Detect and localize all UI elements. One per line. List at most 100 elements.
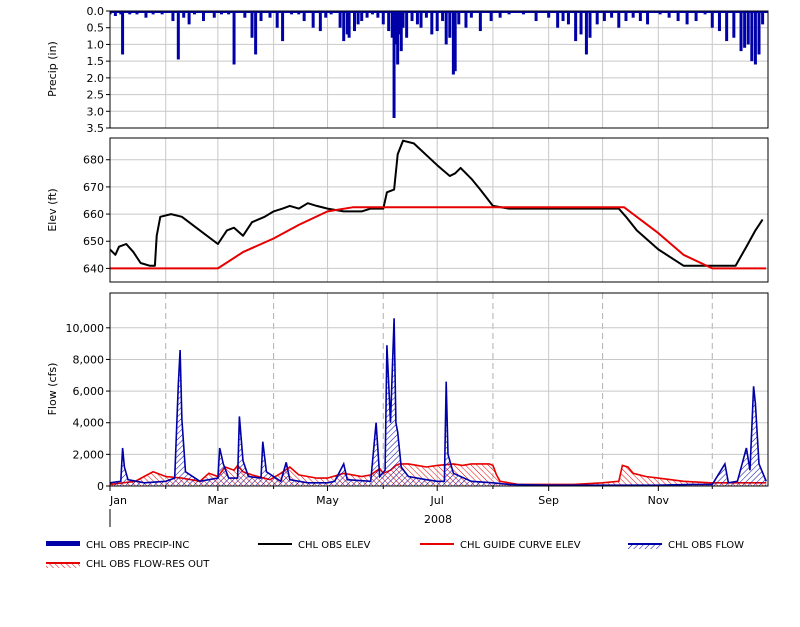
precip-bar	[192, 11, 196, 15]
x-axis: Jan Mar May Jul Sep Nov 2008	[109, 486, 713, 527]
precip-bar	[318, 11, 322, 32]
precip-bar	[144, 11, 148, 18]
y-axis-label: Flow (cfs)	[46, 363, 59, 416]
precip-bar	[128, 11, 132, 15]
precip-bar	[182, 11, 186, 18]
legend-label: CHL OBS ELEV	[298, 540, 371, 551]
x-tick-label: Jan	[109, 494, 127, 507]
precip-bar	[498, 11, 502, 18]
precip-bar	[329, 11, 333, 15]
precip-bar	[521, 11, 525, 15]
precip-bar	[746, 11, 750, 45]
x-tick-label: Sep	[538, 494, 559, 507]
y-axis-label: Precip (in)	[46, 41, 59, 97]
precip-bar	[268, 11, 272, 18]
precip-bar	[646, 11, 650, 25]
x-tick-label: Jul	[430, 494, 444, 507]
precip-bar	[489, 11, 493, 22]
precip-bar	[401, 11, 405, 28]
y-tick-label: 3.0	[87, 105, 105, 118]
precip-bar	[250, 11, 254, 38]
legend-label: CHL OBS PRECIP-INC	[86, 540, 189, 551]
y-tick-label: 670	[83, 181, 104, 194]
y-tick-label: 2.5	[87, 89, 105, 102]
precip-bar	[387, 11, 391, 32]
y-tick-label: 10,000	[66, 322, 105, 335]
precip-bar	[201, 11, 205, 22]
flow-panel: 0 2,000 4,000 6,000 8,000 10,000 Flow (cfs)	[46, 292, 769, 493]
precip-bar	[410, 11, 414, 22]
precip-bar	[610, 11, 614, 18]
precip-bar	[457, 11, 461, 25]
legend-item: CHL GUIDE CURVE ELEV	[420, 540, 581, 551]
precip-bar	[638, 11, 642, 22]
precip-bar	[507, 11, 511, 15]
legend-label: CHL GUIDE CURVE ELEV	[460, 540, 581, 551]
precip-bar	[534, 11, 538, 22]
precip-bar	[311, 11, 315, 28]
precip-bar	[441, 11, 445, 22]
hydrograph-figure: 0.0 0.5 1.0 1.5 2.0 2.5 3.0 3.5 Precip (in) 640 65…	[46, 5, 769, 570]
legend-item: CHL OBS PRECIP-INC	[46, 540, 189, 551]
x-tick-label: May	[316, 494, 339, 507]
precip-bar	[219, 11, 223, 15]
legend-label: CHL OBS FLOW	[668, 540, 744, 551]
precip-bar	[212, 11, 216, 18]
precip-bar	[464, 11, 468, 28]
precip-bar	[761, 11, 765, 25]
precip-bar	[275, 11, 279, 28]
precip-bar	[376, 11, 380, 18]
y-tick-label: 0.0	[87, 5, 105, 18]
precip-bar	[297, 11, 301, 15]
x-tick-label: Nov	[648, 494, 670, 507]
precip-bar	[187, 11, 191, 25]
precip-bar	[290, 11, 294, 15]
precip-bar	[254, 11, 258, 55]
precip-bar	[667, 11, 671, 18]
precip-bar	[356, 11, 360, 25]
precip-bar	[617, 11, 621, 28]
precip-bar	[566, 11, 570, 25]
precip-bar	[160, 11, 164, 15]
precip-bar	[227, 11, 231, 15]
legend-item: CHL OBS FLOW-RES OUT	[46, 559, 210, 570]
precip-bar	[365, 11, 369, 18]
precip-bar	[419, 11, 423, 28]
precip-bar	[750, 11, 754, 62]
precip-bar	[151, 11, 155, 15]
y-axis-label: Elev (ft)	[46, 188, 59, 231]
x-axis-label: 2008	[424, 513, 452, 526]
x-tick-label: Mar	[207, 494, 228, 507]
y-tick-label: 640	[83, 262, 104, 275]
precip-bar	[469, 11, 473, 18]
precip-bar	[448, 11, 452, 38]
precip-bar	[732, 11, 736, 38]
precip-panel: 0.0 0.5 1.0 1.5 2.0 2.5 3.0 3.5 Precip (in)	[46, 5, 769, 135]
precip-bar	[676, 11, 680, 22]
precip-bar	[415, 11, 419, 25]
plot-area	[110, 293, 768, 486]
legend: CHL OBS PRECIP-INC CHL OBS ELEV CHL GUIDE …	[46, 540, 744, 570]
precip-bar	[370, 11, 374, 15]
precip-bar	[478, 11, 482, 32]
y-tick-label: 2.0	[87, 72, 105, 85]
precip-bar	[324, 11, 328, 18]
precip-bar	[453, 11, 457, 72]
precip-bar	[360, 11, 364, 22]
precip-bar	[584, 11, 588, 55]
precip-bar	[685, 11, 689, 25]
y-tick-label: 0	[97, 480, 104, 493]
y-tick-label: 2,000	[73, 448, 105, 461]
precip-bar	[347, 11, 351, 38]
precip-bar	[338, 11, 342, 28]
y-tick-label: 680	[83, 154, 104, 167]
y-tick-label: 650	[83, 235, 104, 248]
precip-bar	[703, 11, 707, 15]
precip-bar	[281, 11, 285, 42]
legend-label: CHL OBS FLOW-RES OUT	[86, 559, 210, 570]
y-tick-label: 660	[83, 208, 104, 221]
precip-bar	[259, 11, 263, 22]
precip-bar	[444, 11, 448, 45]
precip-bar	[725, 11, 729, 42]
precip-bar	[631, 11, 635, 18]
